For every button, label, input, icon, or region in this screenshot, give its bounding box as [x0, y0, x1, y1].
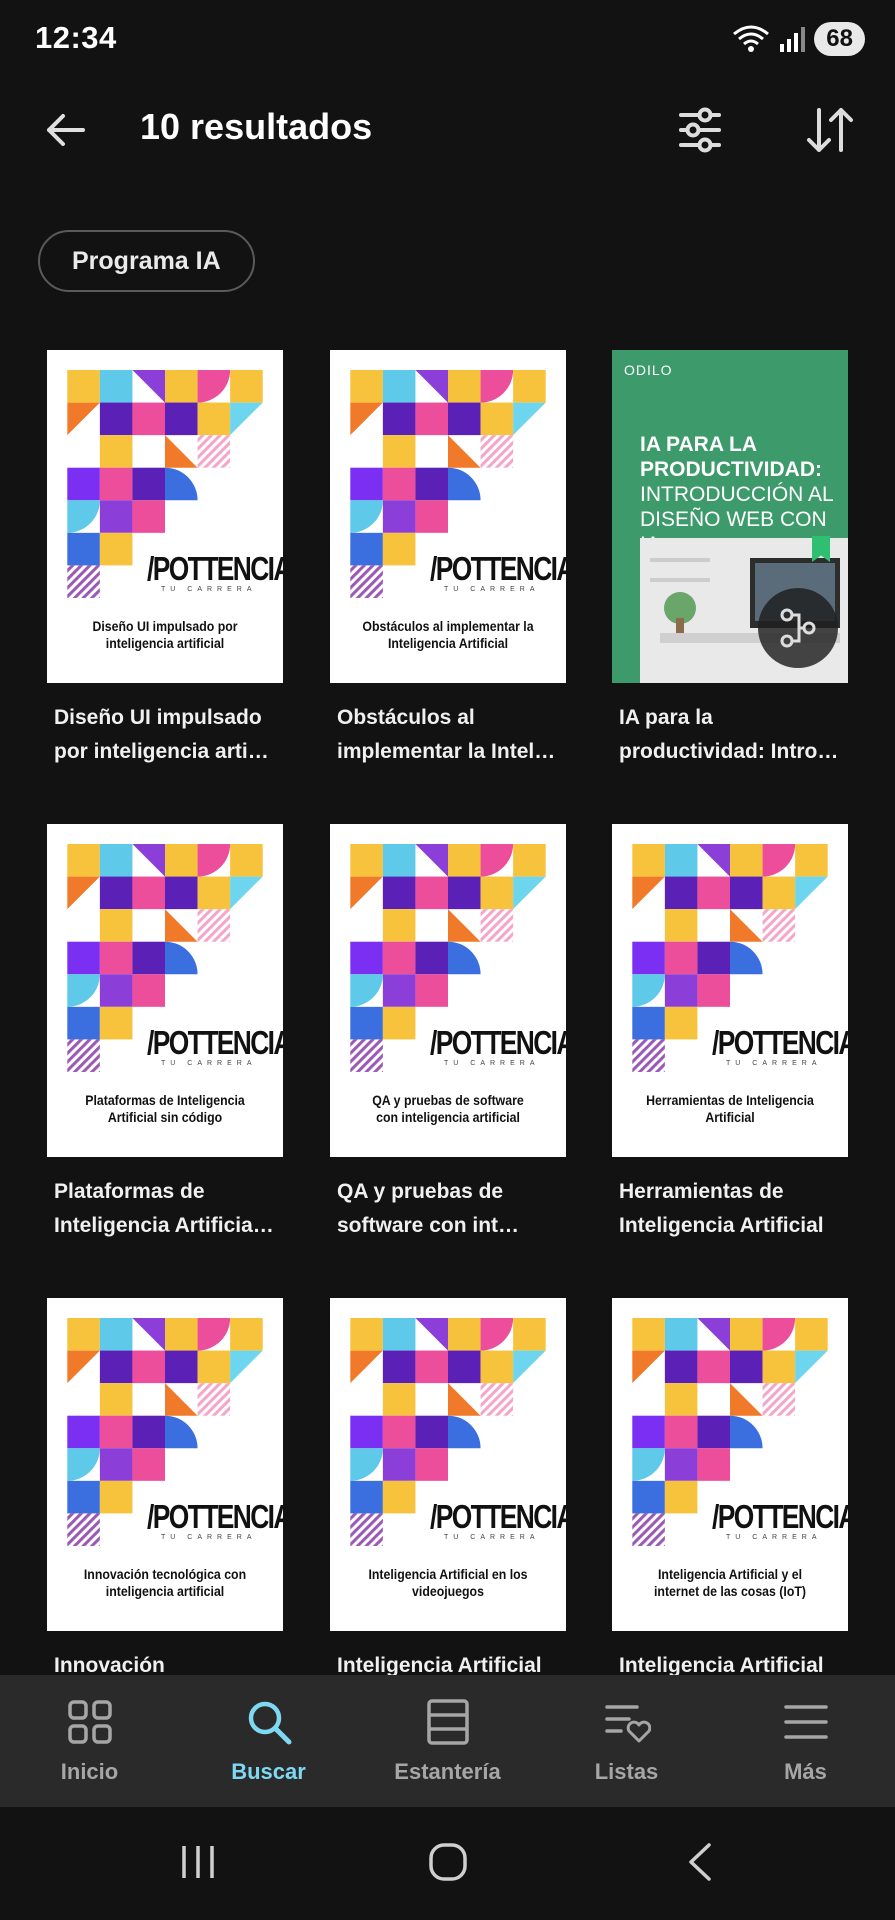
grid-icon [65, 1697, 115, 1747]
cover-brand-sub: TU CARRERA [444, 1534, 540, 1541]
cover-brand: /POTTENCIA [712, 1024, 848, 1061]
cover-brand-sub: TU CARRERA [161, 1534, 257, 1541]
filter-button[interactable] [670, 100, 730, 160]
book-cover[interactable]: /POTTENCIA TU CARRERA Inteligencia Artif… [330, 1298, 566, 1631]
cover-brand-sub: TU CARRERA [444, 1060, 540, 1067]
cover-text: Inteligencia Artificial en los videojueg… [368, 1566, 528, 1599]
book-cover[interactable]: /POTTENCIA TU CARRERA Plataformas de Int… [47, 824, 283, 1157]
status-icons: 68 [732, 22, 865, 56]
cover-text: Obstáculos al implementar la Inteligenci… [362, 618, 534, 651]
cover-text: QA y pruebas de software con inteligenci… [372, 1092, 524, 1125]
cover-brand: ODILO [624, 362, 673, 378]
cover-text: Plataformas de Inteligencia Artificial s… [85, 1092, 245, 1125]
book-title[interactable]: Inteligencia Artificial [330, 1649, 570, 1675]
book-cover[interactable]: /POTTENCIA TU CARRERA Herramientas de In… [612, 824, 848, 1157]
book-card[interactable]: /POTTENCIA TU CARRERA Diseño UI impulsad… [47, 350, 287, 769]
cover-brand: /POTTENCIA [430, 1024, 566, 1061]
results-grid: /POTTENCIA TU CARRERA Diseño UI impulsad… [0, 350, 895, 1675]
cover-brand: /POTTENCIA [147, 550, 283, 587]
status-bar: 12:34 68 [0, 0, 895, 80]
arrow-left-icon [47, 114, 85, 146]
cover-brand: /POTTENCIA [430, 1498, 566, 1535]
nav-item-mas[interactable]: Más [716, 1675, 895, 1807]
battery-indicator: 68 [814, 22, 865, 56]
book-title[interactable]: QA y pruebas de software con int… [330, 1175, 570, 1243]
book-card[interactable]: /POTTENCIA TU CARRERA Inteligencia Artif… [612, 1298, 852, 1675]
home-button[interactable] [408, 1832, 488, 1892]
book-cover[interactable]: /POTTENCIA TU CARRERA QA y pruebas de so… [330, 824, 566, 1157]
book-title[interactable]: Obstáculos al implementar la Intel… [330, 701, 570, 769]
book-card[interactable]: /POTTENCIA TU CARRERA Innovación tecnoló… [47, 1298, 287, 1675]
book-card[interactable]: ODILO IA PARA LA PRODUCTIVIDAD: INTRODUC… [612, 350, 852, 769]
system-nav-bar [0, 1807, 895, 1920]
book-cover[interactable]: /POTTENCIA TU CARRERA Inteligencia Artif… [612, 1298, 848, 1631]
page-title: 10 resultados [140, 106, 373, 147]
cover-brand: /POTTENCIA [147, 1498, 283, 1535]
home-icon [429, 1843, 467, 1881]
book-title[interactable]: Innovación [47, 1649, 287, 1675]
search-icon [244, 1697, 294, 1747]
menu-icon [781, 1697, 831, 1747]
cover-brand: /POTTENCIA [430, 550, 566, 587]
signal-icon [780, 27, 806, 52]
flow-icon [780, 608, 816, 648]
nav-item-estanteria[interactable]: Estantería [358, 1675, 537, 1807]
nav-label: Más [784, 1759, 827, 1784]
recent-apps-icon [182, 1846, 214, 1878]
book-title[interactable]: Herramientas de Inteligencia Artificial [612, 1175, 852, 1243]
book-card[interactable]: /POTTENCIA TU CARRERA Inteligencia Artif… [330, 1298, 570, 1675]
book-cover[interactable]: ODILO IA PARA LA PRODUCTIVIDAD: INTRODUC… [612, 350, 848, 683]
cover-brand-sub: TU CARRERA [161, 1060, 257, 1067]
cover-brand-sub: TU CARRERA [726, 1534, 822, 1541]
book-card[interactable]: /POTTENCIA TU CARRERA Obstáculos al impl… [330, 350, 570, 769]
book-title[interactable]: Diseño UI impulsado por inteligencia art… [47, 701, 287, 769]
chevron-left-icon [689, 1843, 711, 1881]
back-button[interactable] [35, 104, 95, 156]
book-card[interactable]: /POTTENCIA TU CARRERA Herramientas de In… [612, 824, 852, 1243]
cover-brand-sub: TU CARRERA [161, 586, 257, 593]
nav-label: Buscar [231, 1759, 306, 1784]
book-card[interactable]: /POTTENCIA TU CARRERA QA y pruebas de so… [330, 824, 570, 1243]
system-back-button[interactable] [660, 1832, 740, 1892]
nav-label: Listas [594, 1759, 659, 1784]
list-heart-icon [602, 1697, 652, 1747]
nav-label: Estantería [394, 1759, 501, 1784]
book-cover[interactable]: /POTTENCIA TU CARRERA Diseño UI impulsad… [47, 350, 283, 683]
cover-brand: /POTTENCIA [712, 1498, 848, 1535]
cover-text: Inteligencia Artificial y el internet de… [654, 1566, 806, 1599]
filter-chip[interactable]: Programa IA [38, 230, 255, 292]
nav-item-listas[interactable]: Listas [537, 1675, 716, 1807]
wifi-icon [733, 25, 770, 52]
cover-text: Diseño UI impulsado por inteligencia art… [92, 618, 238, 651]
status-time: 12:34 [35, 20, 117, 55]
cover-title-line1: IA PARA LA PRODUCTIVIDAD: [640, 433, 822, 481]
bottom-nav: Inicio Buscar Estantería Listas Más [0, 1675, 895, 1807]
sort-button[interactable] [800, 100, 860, 160]
app-bar: 10 resultados [0, 90, 895, 170]
cover-text: Herramientas de Inteligencia Artificial [646, 1092, 814, 1125]
nav-item-buscar[interactable]: Buscar [179, 1675, 358, 1807]
book-cover[interactable]: /POTTENCIA TU CARRERA Obstáculos al impl… [330, 350, 566, 683]
book-title[interactable]: IA para la productividad: Intro… [612, 701, 852, 769]
recent-apps-button[interactable] [158, 1832, 238, 1892]
sort-arrows-icon [807, 108, 853, 152]
book-cover[interactable]: /POTTENCIA TU CARRERA Innovación tecnoló… [47, 1298, 283, 1631]
book-title[interactable]: Plataformas de Inteligencia Artificia… [47, 1175, 287, 1243]
related-fab[interactable] [758, 588, 838, 668]
nav-label: Inicio [60, 1759, 119, 1784]
nav-item-inicio[interactable]: Inicio [0, 1675, 179, 1807]
sliders-icon [679, 107, 721, 153]
book-title[interactable]: Inteligencia Artificial [612, 1649, 852, 1675]
book-card[interactable]: /POTTENCIA TU CARRERA Plataformas de Int… [47, 824, 287, 1243]
cover-brand-sub: TU CARRERA [444, 586, 540, 593]
shelf-icon [423, 1697, 473, 1747]
cover-text: Innovación tecnológica con inteligencia … [83, 1566, 247, 1599]
cover-brand-sub: TU CARRERA [726, 1060, 822, 1067]
cover-brand: /POTTENCIA [147, 1024, 283, 1061]
